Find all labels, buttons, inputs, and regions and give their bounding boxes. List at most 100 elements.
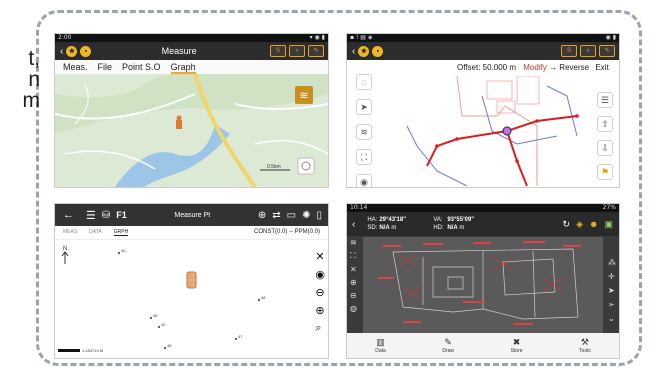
hd-readout: N/A m	[447, 225, 501, 231]
zoom-in-icon[interactable]: ⊕	[315, 304, 325, 317]
zoom-out-icon[interactable]: ⊖	[315, 286, 325, 299]
center-icon[interactable]: ◉	[315, 268, 325, 281]
refresh-icon[interactable]: ↻	[563, 219, 571, 230]
trash-icon[interactable]: ▪	[80, 45, 92, 57]
tab-grph[interactable]: GRPH	[113, 229, 129, 236]
graph-canvas[interactable]: N 40 48 45 42 47 48 1:183714 M	[55, 238, 328, 358]
globe-icon[interactable]: ◍	[350, 304, 357, 313]
selected-vertex[interactable]	[502, 126, 512, 136]
status-icons: ▾ ◉ ▮	[309, 34, 325, 41]
star-icon[interactable]: ★	[66, 45, 78, 57]
center-target-icon[interactable]: ◉	[356, 174, 372, 187]
s-button[interactable]: S	[270, 45, 286, 57]
menu-icon[interactable]: ☰	[86, 209, 96, 222]
upload-icon[interactable]: ⇧	[597, 116, 613, 132]
star-icon[interactable]: ★	[358, 45, 370, 57]
monitor-icon[interactable]: ▭	[287, 210, 296, 221]
bar-chart-icon: ▥	[376, 337, 385, 347]
fit-all-icon[interactable]: ✕	[315, 250, 325, 263]
report-icon[interactable]: ⌕	[289, 45, 305, 57]
tab-meas[interactable]: MEAS	[63, 229, 77, 236]
store-tab-label: Store	[510, 348, 523, 354]
device-icon[interactable]: ▣	[604, 219, 613, 230]
s-button[interactable]: S	[561, 45, 577, 57]
tools-tab[interactable]: ⚒ Tools	[579, 337, 591, 354]
north-arrow: N	[61, 246, 69, 264]
cad-canvas[interactable]	[363, 237, 603, 333]
exit-button[interactable]: Exit	[595, 63, 608, 72]
pen-icon: ✎	[444, 337, 452, 347]
store-tab[interactable]: ✖ Store	[511, 337, 523, 354]
panel-angle-cad: 10:14 27% ‹ HA: 29°43'18" VA: 93°55'09" …	[347, 204, 619, 358]
download-icon[interactable]: ⇩	[597, 140, 613, 156]
back-arrow-icon[interactable]: ←	[63, 209, 74, 221]
va-label: VA:	[433, 217, 443, 223]
fit-extent-icon[interactable]: ⛶	[350, 251, 357, 261]
drawing-canvas[interactable]	[377, 76, 593, 186]
edit-icon[interactable]: ✎	[599, 45, 615, 57]
lasso-icon[interactable]: ◌	[356, 74, 372, 90]
function-label: F1	[116, 210, 127, 220]
offset-line[interactable]	[426, 115, 578, 167]
back-icon[interactable]: ‹	[352, 219, 355, 230]
database-icon[interactable]: ⛁	[102, 210, 110, 221]
page-title: Measure Pt	[174, 211, 211, 219]
arrow-icon: →	[549, 63, 558, 72]
zoom-in-icon[interactable]: ⊕	[350, 278, 357, 287]
angle-readout: HA: 29°43'18" VA: 93°55'09" SD: N/A m HD…	[367, 217, 501, 231]
flag-icon[interactable]: ⚑	[597, 164, 613, 180]
tab-meas[interactable]: Meas.	[63, 62, 88, 74]
status-time: 10:14	[350, 204, 368, 211]
zoom-out-icon[interactable]: ⊖	[350, 291, 357, 300]
fit-extent-icon[interactable]: ⛶	[356, 149, 372, 165]
tab-file[interactable]: File	[98, 62, 113, 74]
pointer-icon[interactable]: ➤	[608, 286, 616, 295]
select-arrow-icon[interactable]: ➤	[356, 99, 372, 115]
locate-button[interactable]	[297, 157, 315, 175]
svg-text:N: N	[63, 246, 67, 252]
map-view[interactable]: ≋ 0.5km	[55, 74, 328, 187]
layers-icon[interactable]: ≋	[356, 124, 372, 140]
battery-level: 27%	[602, 204, 616, 211]
user-icon[interactable]: ☻	[589, 219, 598, 229]
swap-icon[interactable]: ⇄	[272, 210, 280, 221]
settings-icon[interactable]: ✺	[302, 210, 310, 221]
bottom-toolbar: ▥ Data ✎ Draw ✖ Store ⚒ Tools	[347, 333, 619, 358]
sight-icon[interactable]: ◈	[576, 219, 583, 230]
chevron-down-icon[interactable]: ⌄	[608, 314, 616, 323]
search-icon[interactable]: ⌕	[315, 322, 325, 335]
tab-point-so[interactable]: Point S.O	[122, 62, 161, 74]
tab-graph[interactable]: Graph	[170, 62, 196, 74]
page-title: Measure	[161, 46, 197, 56]
status-time: 2:00	[58, 34, 72, 41]
pointer-alt-icon[interactable]: ➢	[608, 300, 616, 309]
expand-icon[interactable]: ✕	[350, 265, 357, 274]
offset-value[interactable]: 50.000	[483, 63, 507, 72]
data-tab[interactable]: ▥ Data	[375, 337, 386, 354]
target-icon[interactable]: ⊕	[258, 210, 266, 221]
draw-tab-label: Draw	[442, 348, 455, 354]
back-icon[interactable]: ‹	[60, 46, 63, 57]
list-icon[interactable]: ☰	[597, 92, 613, 108]
layers-icon[interactable]: ≋	[350, 238, 357, 247]
crosshair-icon[interactable]: ✛	[608, 272, 616, 281]
panel-measure-pt: ← ☰ ⛁ F1 Measure Pt ⊕ ⇄ ▭ ✺ ▯ MEAS DATA …	[55, 204, 328, 358]
tab-data[interactable]: DATA	[89, 229, 102, 236]
node-icon[interactable]: ⁂	[608, 258, 616, 267]
back-icon[interactable]: ‹	[352, 46, 355, 57]
va-value: 93°55'09"	[447, 217, 475, 223]
sd-readout: N/A m	[379, 225, 433, 231]
trash-icon[interactable]: ▪	[372, 45, 384, 57]
data-tab-label: Data	[375, 348, 386, 354]
modify-button[interactable]: Modify	[523, 63, 547, 72]
draw-tab[interactable]: ✎ Draw	[442, 337, 454, 354]
edit-icon[interactable]: ✎	[308, 45, 324, 57]
side-text-line: n	[28, 68, 40, 91]
report-icon[interactable]: ⌕	[580, 45, 596, 57]
layers-button[interactable]: ≋	[295, 86, 313, 104]
scale-bar: 1:183714 M	[58, 348, 103, 353]
svg-text:48: 48	[167, 343, 172, 348]
svg-text:1:183714 M: 1:183714 M	[82, 348, 103, 353]
status-bar: 10:14 27%	[347, 204, 619, 212]
reverse-button[interactable]: Reverse	[559, 63, 589, 72]
